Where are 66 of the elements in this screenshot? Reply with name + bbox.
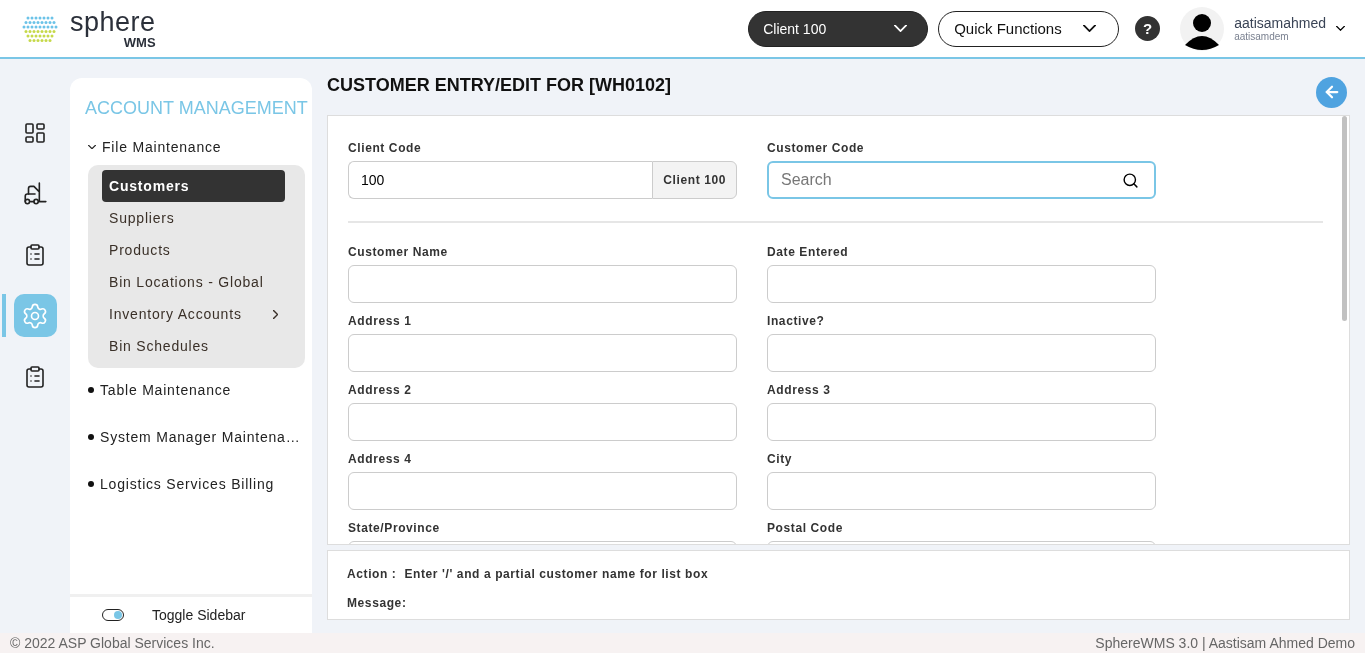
logo-subtext: WMS xyxy=(123,35,156,49)
active-indicator xyxy=(1,294,6,337)
input-field[interactable] xyxy=(767,472,1156,510)
input-field[interactable] xyxy=(348,403,737,441)
field-label: State/Province xyxy=(348,521,441,535)
version-text: SphereWMS 3.0 | Aastisam Ahmed Demo xyxy=(1095,635,1355,651)
sidebar-item[interactable]: Inventory Accounts xyxy=(102,298,285,330)
back-button[interactable] xyxy=(1316,76,1347,108)
user-name: aatisamahmed xyxy=(1234,15,1326,31)
dashboard-icon xyxy=(23,120,47,145)
copyright-text: © 2022 ASP Global Services Inc. xyxy=(10,635,215,651)
search-icon xyxy=(1122,172,1139,189)
field-label: Customer Code xyxy=(767,141,866,155)
client-selector[interactable]: Client 100 xyxy=(748,10,929,47)
toggle-label: Toggle Sidebar xyxy=(152,607,246,623)
message-label: Message: xyxy=(347,596,407,610)
input-field[interactable] xyxy=(348,472,737,510)
client-name-addon: Client 100 xyxy=(652,161,737,199)
avatar-silhouette xyxy=(1180,6,1225,51)
field-label: Postal Code xyxy=(767,521,844,535)
field-label: Address 2 xyxy=(348,383,413,397)
field-label: Address 3 xyxy=(767,383,832,397)
input-field[interactable] xyxy=(348,334,737,372)
field-label: Inactive? xyxy=(767,314,826,328)
bullet-icon xyxy=(88,481,94,487)
logo-text: sphere xyxy=(70,8,156,36)
chevron-down-icon xyxy=(1336,26,1345,31)
chevron-down-icon xyxy=(894,25,908,32)
sidebar-item[interactable]: Products xyxy=(102,234,285,266)
bullet-icon xyxy=(88,434,94,440)
sidebar-toggle[interactable] xyxy=(102,609,124,621)
chevron-down-icon xyxy=(1083,25,1097,32)
bullet-icon xyxy=(88,387,94,393)
sidebar-group[interactable]: Table Maintenance xyxy=(88,382,312,398)
quick-functions-dropdown[interactable]: Quick Functions xyxy=(938,10,1120,47)
sidebar-item[interactable]: Customers xyxy=(102,170,285,202)
checklist-icon xyxy=(23,242,47,267)
sidebar-group[interactable]: File Maintenance xyxy=(88,139,312,155)
field-label: Client Code xyxy=(348,141,423,155)
checklist-icon xyxy=(23,364,47,389)
client-code-field[interactable]: 100 xyxy=(348,161,653,199)
field-label: City xyxy=(767,452,794,466)
field-label: Address 4 xyxy=(348,452,413,466)
input-field[interactable] xyxy=(767,265,1156,303)
action-label: Action : xyxy=(347,567,397,581)
input-field[interactable] xyxy=(767,334,1156,372)
gear-icon xyxy=(21,301,49,330)
sidebar-group[interactable]: System Manager Maintena… xyxy=(88,429,312,445)
sidebar-item[interactable]: Suppliers xyxy=(102,202,285,234)
chevron-down-icon xyxy=(88,145,96,149)
customer-code-search-field[interactable]: Search xyxy=(767,161,1156,199)
forklift-icon xyxy=(22,180,48,207)
help-button[interactable]: ? xyxy=(1135,16,1161,41)
field-label: Customer Name xyxy=(348,245,449,259)
field-label: Address 1 xyxy=(348,314,413,328)
sidebar-group[interactable]: Logistics Services Billing xyxy=(88,476,312,492)
input-field[interactable] xyxy=(767,403,1156,441)
page-title: CUSTOMER ENTRY/EDIT FOR [WH0102] xyxy=(327,74,672,96)
sidebar-item[interactable]: Bin Locations - Global xyxy=(102,266,285,298)
sidebar-title: ACCOUNT MANAGEMENT xyxy=(85,98,309,119)
scrollbar-thumb[interactable] xyxy=(1342,116,1347,321)
input-field[interactable] xyxy=(348,265,737,303)
sidebar-item[interactable]: Bin Schedules xyxy=(102,330,285,362)
user-login: aatisamdem xyxy=(1234,31,1290,42)
field-label: Date Entered xyxy=(767,245,850,259)
action-text: Enter '/' and a partial customer name for list box xyxy=(404,567,709,581)
